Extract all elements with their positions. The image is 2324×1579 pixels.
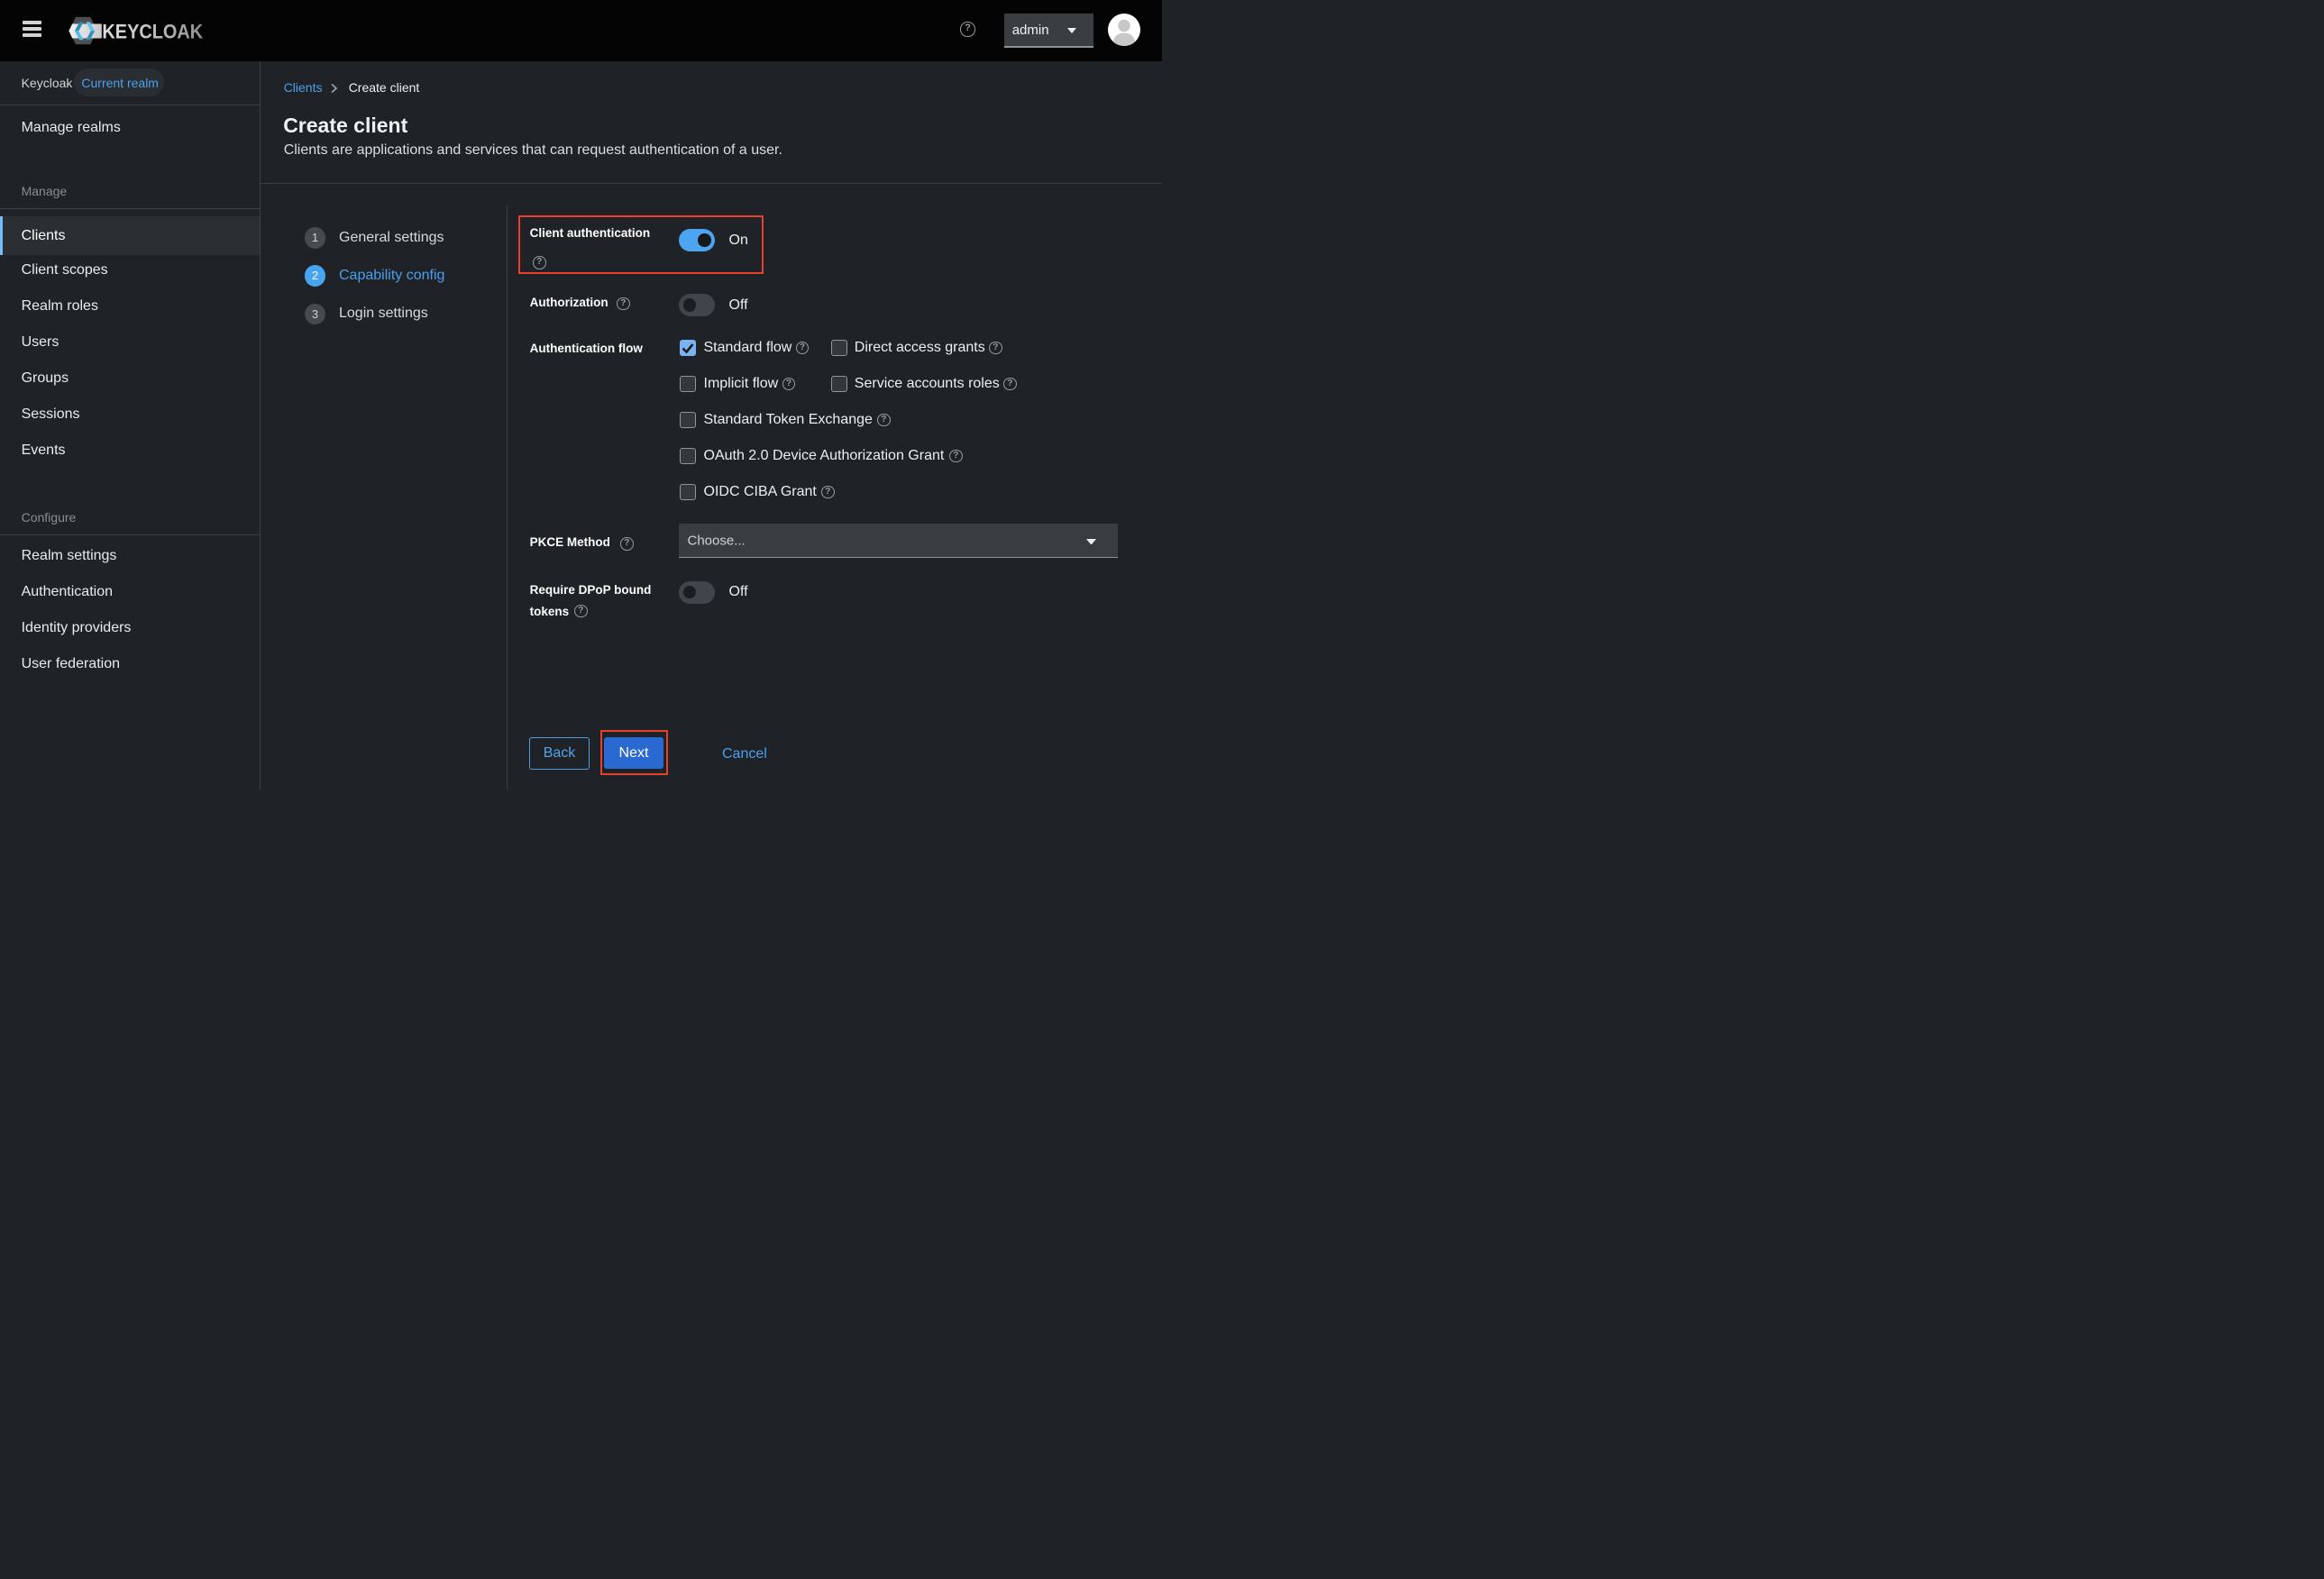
svg-text:KEYCLOAK: KEYCLOAK xyxy=(102,21,203,43)
